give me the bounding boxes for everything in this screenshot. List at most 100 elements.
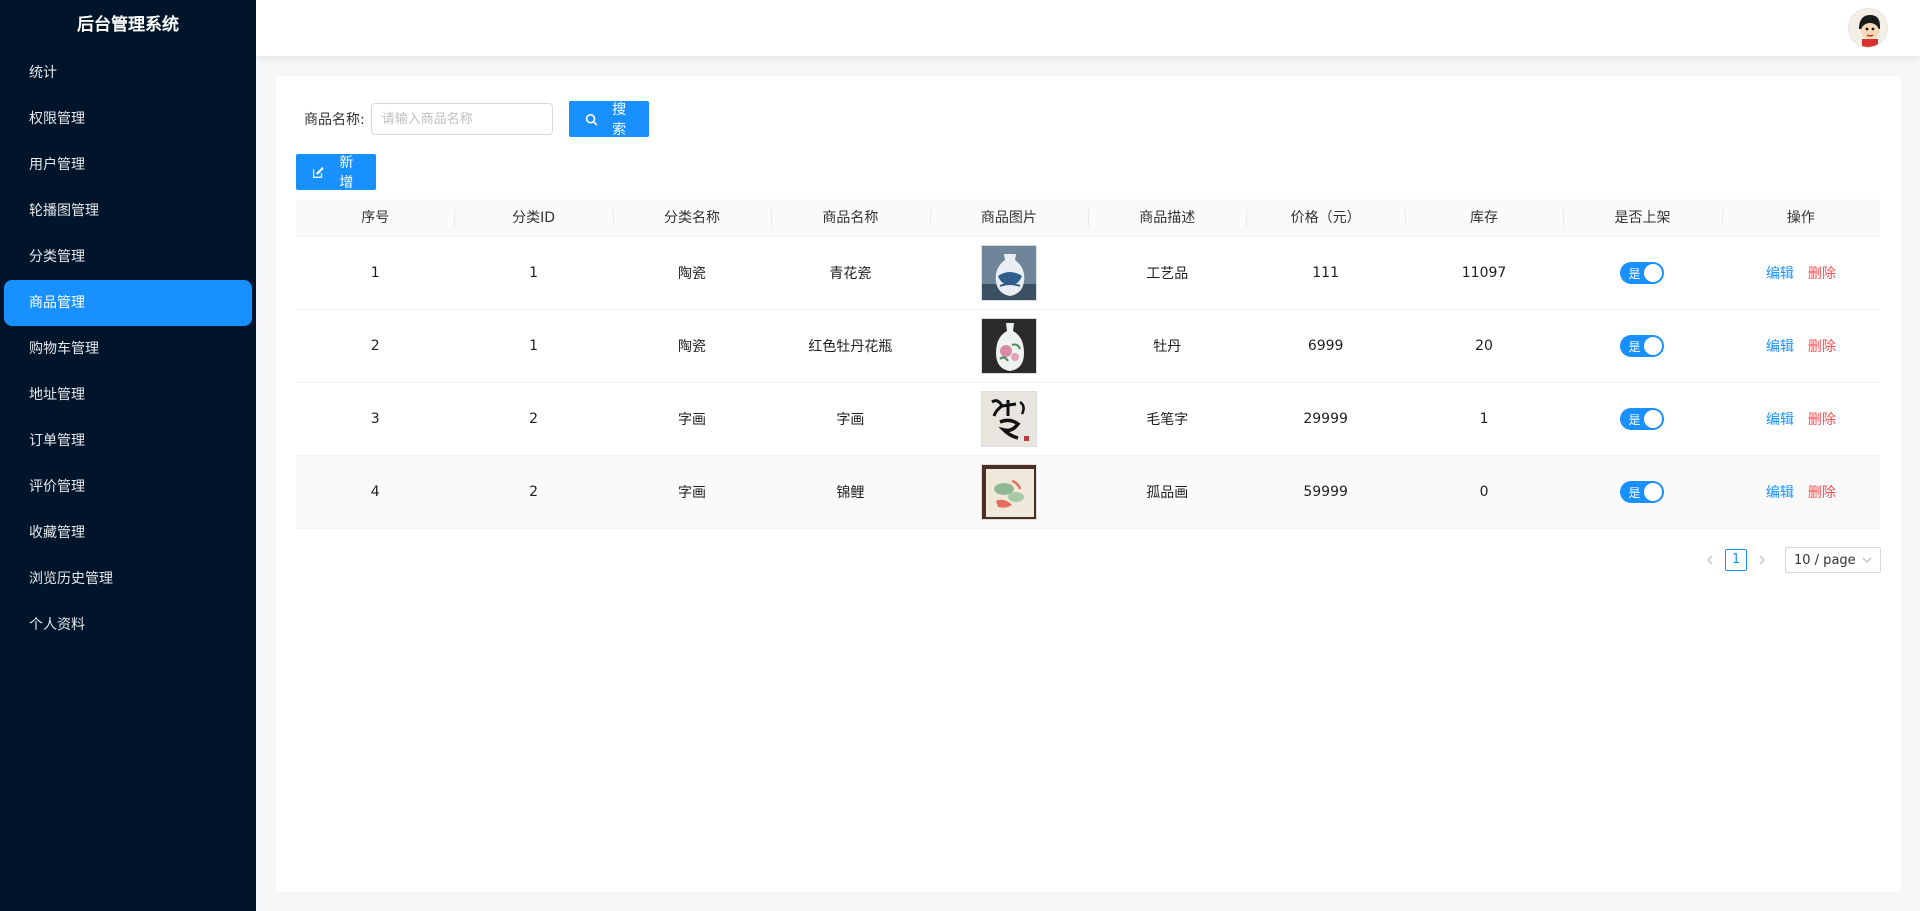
cell-product-name: 字画 [836, 412, 865, 428]
cell-price: 111 [1312, 265, 1339, 281]
cell-stock: 0 [1479, 484, 1489, 500]
pagination: 1 10 / page [1699, 547, 1881, 573]
product-thumbnail[interactable] [980, 391, 1037, 447]
on-sale-toggle[interactable]: 是 [1620, 335, 1665, 357]
sidebar-item-orders[interactable]: 订单管理 [4, 418, 252, 464]
cell-actions: 编辑 删除 [1722, 336, 1880, 356]
column-header: 商品图片 [929, 199, 1088, 236]
column-header: 分类ID [454, 199, 612, 236]
sidebar-item-permissions[interactable]: 权限管理 [4, 96, 252, 142]
cell-stock: 20 [1475, 338, 1493, 354]
delete-link[interactable]: 删除 [1808, 482, 1836, 502]
cell-product-image [930, 464, 1088, 520]
chevron-right-icon [1759, 555, 1765, 565]
cell-actions: 编辑 删除 [1722, 409, 1880, 429]
cell-index: 4 [370, 484, 380, 500]
products-table: 序号 分类ID 分类名称 商品名称 商品图片 商品描述 价格（元） 库存 是否上… [296, 199, 1880, 529]
sidebar-item-profile[interactable]: 个人资料 [4, 602, 252, 648]
sidebar-item-reviews[interactable]: 评价管理 [4, 464, 252, 510]
cell-category-id: 1 [529, 338, 539, 354]
content-card: 商品名称: 搜索 新增 序号 分类ID 分类名称 商品名称 商品图片 商品描述 … [276, 76, 1901, 892]
sidebar-item-history[interactable]: 浏览历史管理 [4, 556, 252, 602]
sidebar-item-carousel[interactable]: 轮播图管理 [4, 188, 252, 234]
cell-product-name: 青花瓷 [829, 266, 872, 282]
product-thumbnail[interactable] [980, 318, 1037, 374]
cell-category-name: 陶瓷 [678, 339, 707, 355]
cell-index: 3 [370, 411, 380, 427]
delete-link[interactable]: 删除 [1808, 409, 1836, 429]
cell-on-sale: 是 [1563, 481, 1721, 503]
sidebar-item-favorites[interactable]: 收藏管理 [4, 510, 252, 556]
cell-category-name: 字画 [678, 412, 707, 428]
top-header [256, 0, 1920, 56]
column-header: 分类名称 [612, 199, 771, 236]
toggle-label: 是 [1628, 266, 1641, 281]
cell-product-name: 锦鲤 [836, 485, 865, 501]
cell-on-sale: 是 [1563, 408, 1721, 430]
sidebar-item-products[interactable]: 商品管理 [4, 280, 252, 326]
sidebar: 后台管理系统 统计 权限管理 用户管理 轮播图管理 分类管理 商品管理 购物车管… [0, 0, 256, 911]
page-size-select[interactable]: 10 / page [1785, 547, 1881, 573]
cell-category-id: 1 [529, 265, 539, 281]
sidebar-item-statistics[interactable]: 统计 [4, 50, 252, 96]
blue-white-vase-image [981, 246, 1036, 300]
sidebar-item-addresses[interactable]: 地址管理 [4, 372, 252, 418]
prev-page-button[interactable] [1699, 548, 1721, 572]
edit-link[interactable]: 编辑 [1766, 263, 1794, 283]
next-page-button[interactable] [1751, 548, 1773, 572]
sidebar-menu: 统计 权限管理 用户管理 轮播图管理 分类管理 商品管理 购物车管理 地址管理 … [0, 50, 256, 648]
chevron-down-icon [1862, 557, 1872, 563]
product-thumbnail[interactable] [980, 464, 1037, 520]
toggle-knob [1644, 483, 1663, 501]
koi-painting-image [981, 465, 1036, 519]
cell-description: 牡丹 [1153, 339, 1182, 355]
edit-link[interactable]: 编辑 [1766, 336, 1794, 356]
product-name-search-input[interactable] [370, 103, 553, 135]
column-header: 序号 [361, 210, 390, 226]
cell-product-image [930, 391, 1088, 447]
search-button[interactable]: 搜索 [568, 101, 649, 138]
column-header: 商品名称 [771, 199, 929, 236]
cell-category-name: 字画 [678, 485, 707, 501]
table-row: 3 2 字画 字画 毛笔字 29999 1 是 编辑 删除 [296, 383, 1880, 456]
cell-product-name: 红色牡丹花瓶 [808, 339, 893, 355]
on-sale-toggle[interactable]: 是 [1620, 262, 1665, 284]
sidebar-item-cart[interactable]: 购物车管理 [4, 326, 252, 372]
delete-link[interactable]: 删除 [1808, 336, 1836, 356]
search-button-label: 搜索 [612, 102, 627, 138]
toggle-label: 是 [1628, 339, 1641, 354]
cell-index: 2 [370, 338, 380, 354]
chevron-left-icon [1707, 555, 1713, 565]
cell-index: 1 [370, 265, 380, 281]
cell-actions: 编辑 删除 [1722, 482, 1880, 502]
edit-link[interactable]: 编辑 [1766, 409, 1794, 429]
product-thumbnail[interactable] [980, 245, 1037, 301]
cell-stock: 1 [1479, 411, 1489, 427]
table-row: 4 2 字画 锦鲤 孤品画 59999 0 是 编辑 删除 [296, 456, 1880, 529]
cell-category-id: 2 [529, 411, 539, 427]
sidebar-item-users[interactable]: 用户管理 [4, 142, 252, 188]
search-icon [585, 113, 598, 126]
table-header: 序号 分类ID 分类名称 商品名称 商品图片 商品描述 价格（元） 库存 是否上… [296, 199, 1880, 237]
page-number[interactable]: 1 [1725, 549, 1747, 571]
cell-product-image [930, 245, 1088, 301]
page-size-label: 10 / page [1794, 552, 1856, 568]
avatar[interactable] [1848, 8, 1888, 48]
cell-category-name: 陶瓷 [678, 266, 707, 282]
on-sale-toggle[interactable]: 是 [1620, 408, 1665, 430]
column-header: 库存 [1404, 199, 1563, 236]
avatar-cartoon-icon [1849, 9, 1887, 47]
column-header: 是否上架 [1563, 199, 1721, 236]
search-bar: 商品名称: 搜索 [304, 101, 649, 138]
cell-price: 59999 [1303, 484, 1348, 500]
cell-description: 工艺品 [1146, 266, 1189, 282]
on-sale-toggle[interactable]: 是 [1620, 481, 1665, 503]
app-title: 后台管理系统 [77, 15, 179, 35]
cell-on-sale: 是 [1563, 335, 1721, 357]
delete-link[interactable]: 删除 [1808, 263, 1836, 283]
cell-product-image [930, 318, 1088, 374]
add-product-button[interactable]: 新增 [296, 154, 376, 191]
edit-link[interactable]: 编辑 [1766, 482, 1794, 502]
sidebar-item-categories[interactable]: 分类管理 [4, 234, 252, 280]
cell-stock: 11097 [1461, 265, 1507, 281]
